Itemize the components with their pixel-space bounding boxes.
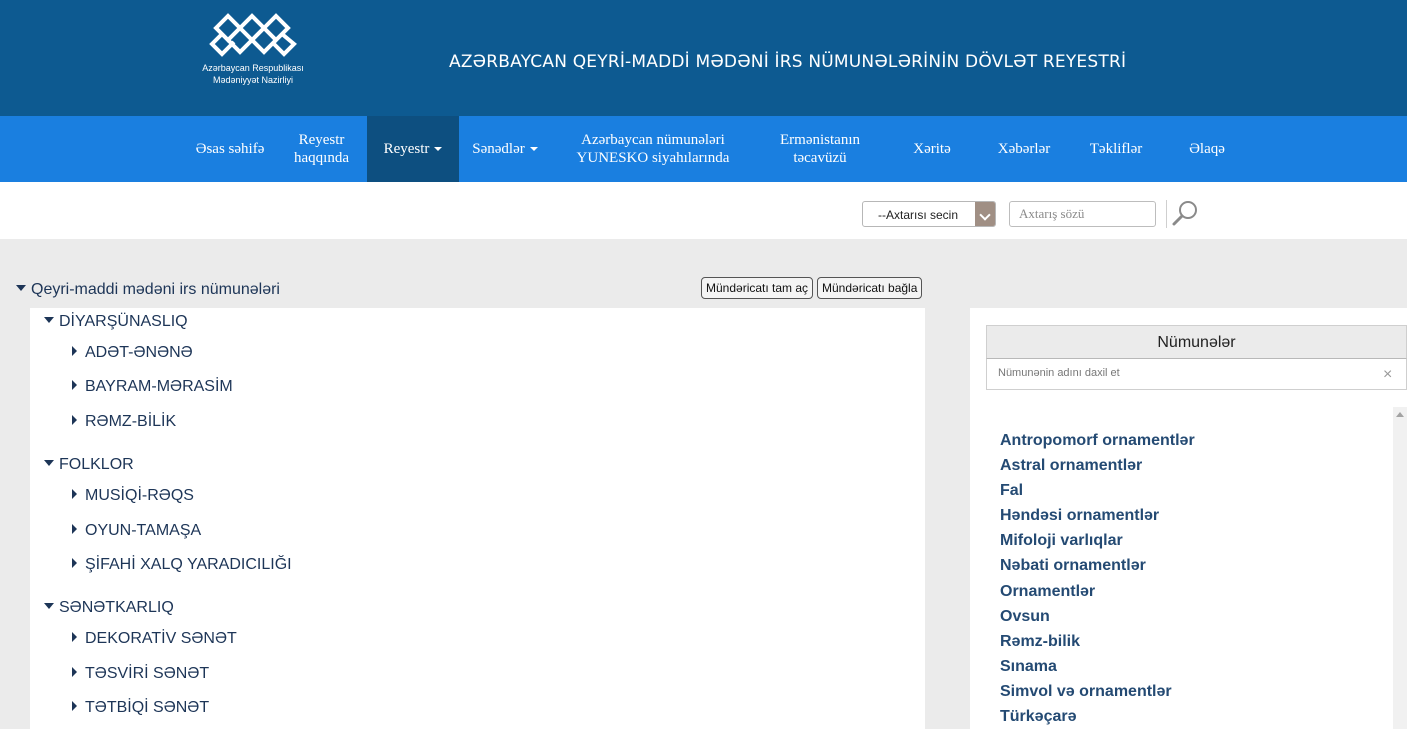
sample-link[interactable]: Rəmz-bilik (1000, 629, 1195, 654)
chevron-down-icon[interactable] (975, 202, 995, 226)
collapsed-arrow-icon (72, 523, 77, 534)
nav-unesco[interactable]: Azərbaycan nümunələri YUNESKO siyahıları… (553, 116, 753, 182)
tree-subcategory-label: RƏMZ-BİLİK (85, 413, 177, 430)
tree-subcategory-label: MUSİQİ-RƏQS (85, 487, 194, 504)
tree-subcategory-label: ŞİFAHİ XALQ YARADICILIĞI (85, 556, 292, 573)
tree-subcategory-node[interactable]: ŞİFAHİ XALQ YARADICILIĞI (72, 556, 292, 574)
search-type-select[interactable]: --Axtarısı secin (862, 201, 996, 227)
tree-subcategory-label: ADƏT-ƏNƏNƏ (85, 344, 193, 361)
nav-about-line-1: Reyestr (298, 132, 345, 148)
nav-unesco-line-1: Azərbaycan nümunələri (581, 132, 725, 148)
caret-down-icon (529, 147, 538, 151)
nav-home-label: Əsas səhifə (195, 141, 265, 157)
sample-link[interactable]: Nəbati ornamentlər (1000, 553, 1195, 578)
sample-link[interactable]: Türkəçarə (1000, 704, 1195, 729)
nav-aggression-line-1: Ermənistanın (780, 132, 860, 148)
tree-subcategory-node[interactable]: RƏMZ-BİLİK (72, 413, 176, 431)
tree-category-node[interactable]: DİYARŞÜNASLIQ (44, 313, 188, 331)
tree-root-node[interactable]: Qeyri-maddi mədəni irs nümunələri (16, 281, 280, 299)
search-button[interactable] (1170, 199, 1200, 229)
expanded-arrow-icon (44, 316, 54, 323)
scroll-up-icon[interactable] (1396, 412, 1404, 417)
tree-subcategory-node[interactable]: MUSİQİ-RƏQS (72, 487, 194, 505)
site-title: AZƏRBAYCAN QEYRİ-MADDİ MƏDƏNİ İRS NÜMUNƏ… (449, 52, 1127, 72)
nav-registry-label: Reyestr (383, 141, 430, 157)
tree-category-node[interactable]: FOLKLOR (44, 456, 134, 474)
tree-subcategory-label: BAYRAM-MƏRASİM (85, 378, 233, 395)
nav-documents-dropdown[interactable]: Sənədlər (459, 116, 551, 182)
sample-link[interactable]: Simvol və ornamentlər (1000, 679, 1195, 704)
tree-subcategory-node[interactable]: BAYRAM-MƏRASİM (72, 378, 233, 396)
tree-subcategory-node[interactable]: ADƏT-ƏNƏNƏ (72, 344, 193, 362)
samples-panel-title: Nümunələr (986, 325, 1407, 359)
nav-contact[interactable]: Əlaqə (1172, 116, 1242, 182)
expanded-arrow-icon (44, 459, 54, 466)
tree-subcategory-node[interactable]: OYUN-TAMAŞA (72, 522, 201, 540)
logo-line-1: Azərbaycan Respublikası (202, 63, 304, 73)
nav-contact-label: Əlaqə (1189, 141, 1225, 157)
collapsed-arrow-icon (72, 414, 77, 425)
sample-link[interactable]: Sınama (1000, 654, 1195, 679)
sample-link[interactable]: Ornamentlər (1000, 579, 1195, 604)
tree-subcategory-label: TƏTBİQİ SƏNƏT (85, 699, 210, 716)
tree-category-node[interactable]: SƏNƏTKARLIQ (44, 599, 174, 617)
nav-suggestions[interactable]: Təkliflər (1076, 116, 1156, 182)
sample-link[interactable]: Mifoloji varlıqlar (1000, 528, 1195, 553)
tree-subcategory-label: TƏSVİRİ SƏNƏT (85, 665, 210, 682)
sample-link[interactable]: Fal (1000, 478, 1195, 503)
nav-news-label: Xəbərlər (997, 141, 1051, 157)
tree-subcategory-label: DEKORATİV SƏNƏT (85, 630, 237, 647)
samples-scrollbar[interactable] (1393, 407, 1407, 729)
tree-subcategory-node[interactable]: TƏSVİRİ SƏNƏT (72, 665, 209, 683)
close-icon[interactable]: × (1383, 366, 1392, 384)
search-icon (1172, 201, 1197, 226)
nav-documents-label: Sənədlər (472, 141, 525, 157)
nav-home[interactable]: Əsas səhifə (180, 116, 280, 182)
collapsed-arrow-icon (72, 557, 77, 568)
nav-map[interactable]: Xəritə (898, 116, 966, 182)
collapse-all-button[interactable]: Mündəricatı bağla (817, 277, 923, 299)
nav-news[interactable]: Xəbərlər (982, 116, 1066, 182)
tree-subcategory-node[interactable]: TƏTBİQİ SƏNƏT (72, 699, 209, 717)
sample-link[interactable]: Həndəsi ornamentlər (1000, 503, 1195, 528)
nav-about-line-2: haqqında (294, 150, 349, 166)
search-type-value: --Axtarısı secin (878, 208, 959, 222)
expanded-arrow-icon (44, 602, 54, 609)
sample-link[interactable]: Antropomorf ornamentlər (1000, 428, 1195, 453)
search-divider (1166, 200, 1167, 228)
nav-registry-dropdown[interactable]: Reyestr (367, 116, 459, 182)
nav-map-label: Xəritə (913, 141, 951, 157)
nav-suggestions-label: Təkliflər (1089, 141, 1143, 157)
tree-category-label: SƏNƏTKARLIQ (59, 599, 174, 616)
logo-line-2: Mədəniyyət Nazirliyi (212, 75, 294, 85)
nav-unesco-line-2: YUNESKO siyahılarında (576, 150, 730, 166)
knot-emblem-icon (209, 13, 297, 57)
collapsed-arrow-icon (72, 666, 77, 677)
tree-category-label: FOLKLOR (59, 456, 134, 473)
search-input[interactable] (1009, 201, 1156, 227)
site-header: Azərbaycan Respublikası Mədəniyyət Nazir… (0, 0, 1407, 116)
nav-aggression[interactable]: Ermənistanın təcavüzü (760, 116, 880, 182)
expand-all-button[interactable]: Mündəricatı tam aç (701, 277, 814, 299)
collapsed-arrow-icon (72, 631, 77, 642)
nav-about[interactable]: Reyestr haqqında (280, 116, 363, 182)
sample-link[interactable]: Ovsun (1000, 604, 1195, 629)
tree-subcategory-node[interactable]: DEKORATİV SƏNƏT (72, 630, 237, 648)
collapsed-arrow-icon (72, 700, 77, 711)
collapsed-arrow-icon (72, 345, 77, 356)
collapsed-arrow-icon (72, 488, 77, 499)
expanded-arrow-icon (16, 284, 26, 291)
samples-list: Antropomorf ornamentlər Astral ornamentl… (1000, 428, 1195, 729)
sample-link[interactable]: Astral ornamentlər (1000, 453, 1195, 478)
nav-aggression-line-2: təcavüzü (793, 150, 847, 166)
main-nav: Əsas səhifə Reyestr haqqında Reyestr Sən… (0, 116, 1407, 182)
ministry-logo[interactable]: Azərbaycan Respublikası Mədəniyyət Nazir… (190, 6, 316, 86)
caret-down-icon (434, 147, 443, 151)
tree-subcategory-label: OYUN-TAMAŞA (85, 522, 202, 539)
tree-root-label: Qeyri-maddi mədəni irs nümunələri (31, 281, 280, 298)
tree-category-label: DİYARŞÜNASLIQ (59, 313, 188, 330)
collapsed-arrow-icon (72, 379, 77, 390)
samples-filter-input[interactable]: Nümunənin adını daxil et (986, 359, 1407, 390)
